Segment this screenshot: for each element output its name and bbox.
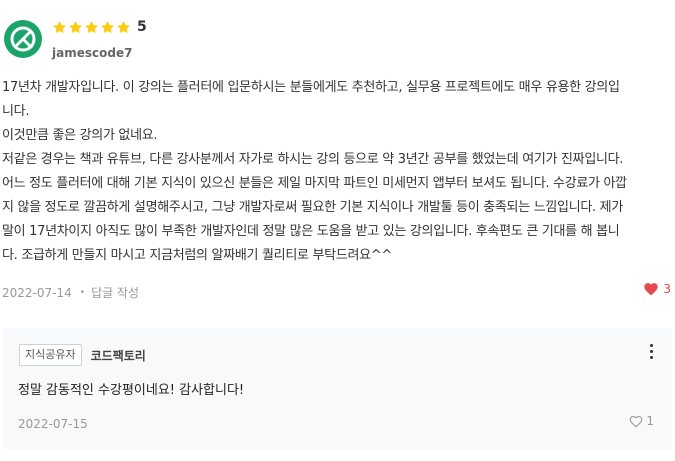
review-line: 말이 17년차이지 아직도 많이 부족한 개발자인데 정말 많은 도움을 받고 … xyxy=(2,224,620,239)
review-body: 17년차 개발자입니다. 이 강의는 플러터에 입문하시는 분들에게도 추천하고… xyxy=(2,76,668,268)
write-reply-button[interactable]: 답글 작성 xyxy=(91,284,139,301)
review-date: 2022-07-14 xyxy=(2,285,72,300)
heart-icon xyxy=(644,283,659,296)
review-line: 지 않을 정도로 깔끔하게 설명해주시고, 그냥 개발자로써 필요한 기본 지식… xyxy=(2,200,623,215)
review-line: 어느 정도 플러터에 대해 기본 지식이 있으신 분들은 제일 마지막 파트인 … xyxy=(2,176,627,191)
rating-score: 5 xyxy=(137,19,147,35)
star-rating: 5 xyxy=(52,18,147,36)
star-icon xyxy=(117,20,130,33)
reply-header: 지식공유자 코드팩토리 xyxy=(19,344,146,366)
reply-text: 정말 감동적인 수강평이네요! 감사합니다! xyxy=(18,383,245,398)
like-button[interactable]: 3 xyxy=(643,281,671,296)
instructor-reply: 지식공유자 코드팩토리 정말 감동적인 수강평이네요! 감사합니다! 2022-… xyxy=(3,328,672,449)
review-line: 저같은 경우는 책과 유튜브, 다른 강사분께서 자가로 하시는 강의 등으로 … xyxy=(2,152,624,167)
star-icon xyxy=(101,20,114,33)
reply-author[interactable]: 코드팩토리 xyxy=(91,347,146,364)
like-count: 3 xyxy=(663,281,671,296)
separator-dot: • xyxy=(79,287,86,298)
reply-like-button[interactable]: 1 xyxy=(628,414,654,428)
review-line: 이것만큼 좋은 강의가 없네요. xyxy=(2,128,158,143)
star-icon xyxy=(85,20,98,33)
instructor-badge: 지식공유자 xyxy=(19,344,82,366)
star-icon xyxy=(69,20,82,33)
review-line: 니다. xyxy=(2,104,30,119)
reply-date: 2022-07-15 xyxy=(18,417,88,431)
review-line: 17년차 개발자입니다. 이 강의는 플러터에 입문하시는 분들에게도 추천하고… xyxy=(2,80,620,95)
heart-outline-icon xyxy=(630,415,643,428)
review-line: 다. 조급하게 만들지 마시고 지금처럼의 알짜배기 퀄리티로 부탁드려요^^ xyxy=(2,248,392,263)
review-meta: 2022-07-14 • 답글 작성 xyxy=(2,284,139,301)
reply-like-count: 1 xyxy=(646,414,654,428)
reviewer-username[interactable]: jamescode7 xyxy=(52,46,132,60)
leaf-avatar-icon[interactable] xyxy=(3,19,43,59)
star-icon xyxy=(53,20,66,33)
more-options-icon[interactable] xyxy=(648,344,654,360)
